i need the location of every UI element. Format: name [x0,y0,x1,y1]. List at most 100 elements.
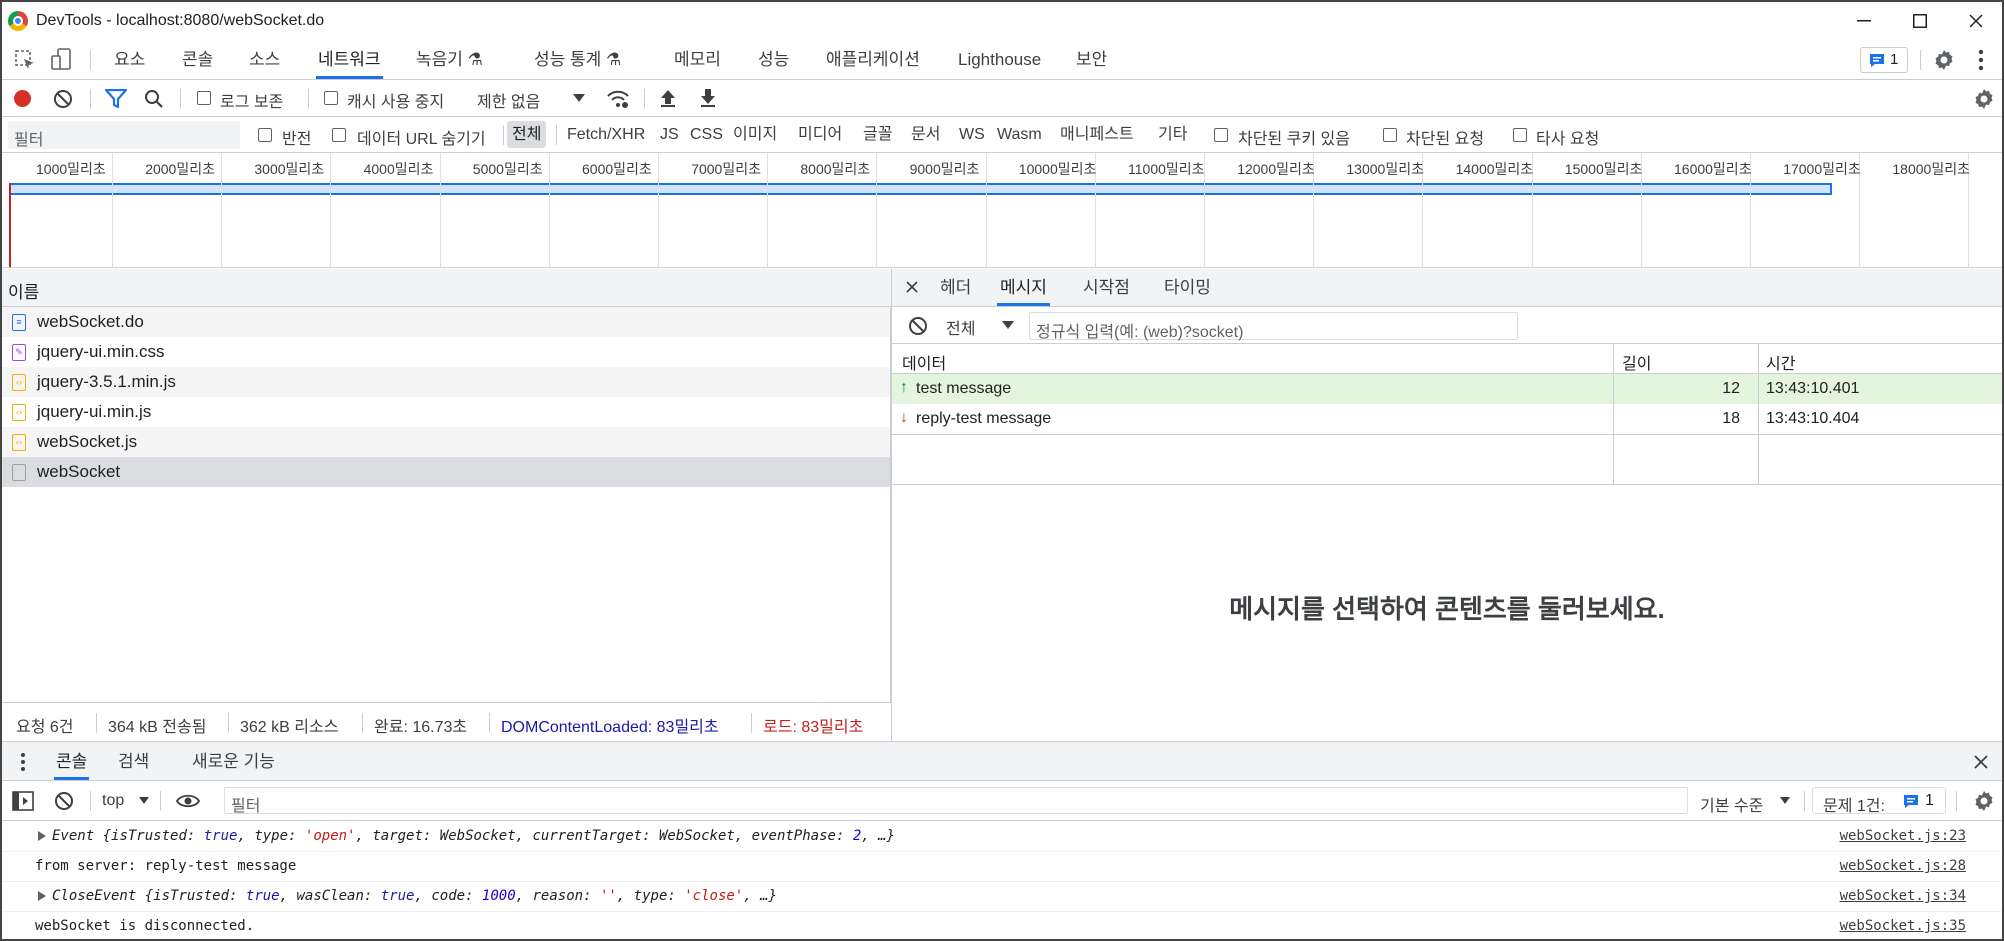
timeline-overview[interactable]: 1000밀리초 2000밀리초 3000밀리초 4000밀리초 5000밀리초 6000밀… [2,153,2002,268]
column-data[interactable]: 데이터 [902,350,946,374]
message-row-sent[interactable]: ↑ test message 12 13:43:10.401 [892,374,2002,404]
expand-triangle-icon[interactable] [38,891,46,901]
preserve-log-checkbox[interactable] [197,91,211,105]
tab-headers[interactable]: 헤더 [940,269,971,306]
filter-type-wasm[interactable]: Wasm [992,121,1047,148]
context-selector[interactable]: top [102,792,124,810]
log-level-select[interactable]: 기본 수준 [1700,792,1763,816]
console-message[interactable]: from server: reply-test message webSocke… [2,852,2002,882]
filter-type-ws[interactable]: WS [954,121,990,148]
console-filter-input[interactable]: 필터 [224,787,1688,815]
name-column-header[interactable]: 이름 [2,269,891,307]
inspect-element-icon[interactable] [14,49,36,71]
search-icon[interactable] [144,89,164,109]
clear-icon[interactable] [53,89,73,109]
tab-recorder[interactable]: 녹음기 ⚗ [416,40,483,79]
filter-input[interactable]: 필터 [8,121,240,149]
blocked-cookies-checkbox[interactable] [1214,128,1228,142]
tab-application[interactable]: 애플리케이션 [826,40,920,79]
console-message[interactable]: Event {isTrusted: true, type: 'open', ta… [2,822,2002,852]
filter-type-css[interactable]: CSS [685,121,728,148]
column-time[interactable]: 시간 [1766,350,1795,374]
chevron-down-icon[interactable] [573,94,585,102]
request-row[interactable]: ‹› jquery-3.5.1.min.js [2,367,890,397]
tab-lighthouse[interactable]: Lighthouse [958,40,1041,79]
filter-type-js[interactable]: JS [655,121,684,148]
network-conditions-icon[interactable] [606,88,630,110]
chevron-down-icon[interactable] [1002,321,1014,329]
device-toolbar-icon[interactable] [50,48,72,72]
request-row-selected[interactable]: webSocket [2,457,890,487]
filter-type-img[interactable]: 이미지 [728,121,782,148]
console-source-link[interactable]: webSocket.js:23 [1840,828,1966,844]
close-window-button[interactable] [1948,2,2004,40]
request-list: 이름 ≡ webSocket.do ✎ jquery-ui.min.css ‹›… [2,269,891,741]
drawer-tab-console[interactable]: 콘솔 [54,742,90,780]
tab-performance[interactable]: 성능 [758,40,789,79]
chevron-down-icon[interactable] [1780,797,1790,804]
console-message[interactable]: CloseEvent {isTrusted: true, wasClean: t… [2,882,2002,912]
filter-type-doc[interactable]: 문서 [906,121,945,148]
minimize-button[interactable] [1836,2,1892,40]
issues-counter-button[interactable]: 1 [1860,47,1908,73]
maximize-button[interactable] [1892,2,1948,40]
throttling-select[interactable]: 제한 없음 [477,88,540,112]
tab-elements[interactable]: 요소 [114,40,145,79]
column-length[interactable]: 길이 [1622,350,1651,374]
close-drawer-icon[interactable] [1974,755,1988,769]
tab-memory[interactable]: 메모리 [674,40,721,79]
expand-triangle-icon[interactable] [38,831,46,841]
more-options-icon[interactable] [1978,48,1984,72]
request-row[interactable]: ≡ webSocket.do [2,307,890,337]
blocked-requests-checkbox[interactable] [1383,128,1397,142]
drawer-tab-search[interactable]: 검색 [118,742,149,780]
filter-type-manifest[interactable]: 매니페스트 [1055,121,1139,148]
blocked-cookies-label: 차단된 쿠키 있음 [1238,131,1350,148]
network-settings-icon[interactable] [1972,87,1996,111]
drawer-tab-whats-new[interactable]: 새로운 기능 [192,742,275,780]
settings-icon[interactable] [1932,48,1956,72]
message-regex-input[interactable]: 정규식 입력(예: (web)?socket) [1029,312,1518,341]
console-source-link[interactable]: webSocket.js:35 [1840,918,1966,934]
message-row-received[interactable]: ↓ reply-test message 18 13:43:10.404 [892,404,2002,434]
filter-type-media[interactable]: 미디어 [793,121,847,148]
request-row[interactable]: ‹› webSocket.js [2,427,890,457]
tab-sources[interactable]: 소스 [249,40,280,79]
hide-data-urls-checkbox[interactable] [332,128,346,142]
close-detail-icon[interactable] [906,281,918,293]
tab-console[interactable]: 콘솔 [182,40,213,79]
filter-type-font[interactable]: 글꼴 [858,121,897,148]
export-har-icon[interactable] [700,88,716,108]
sidebar-toggle-icon[interactable] [12,791,34,811]
tab-security[interactable]: 보안 [1076,40,1107,79]
network-toolbar: 로그 보존 캐시 사용 중지 제한 없음 [2,80,2002,117]
record-icon[interactable] [14,90,31,107]
clear-messages-icon[interactable] [908,316,928,336]
tab-messages[interactable]: 메시지 [997,269,1050,306]
console-issues-button[interactable]: 문제 1건: 1 [1812,787,1946,815]
drawer-menu-icon[interactable] [20,752,26,772]
third-party-checkbox[interactable] [1513,128,1527,142]
filter-icon[interactable] [105,89,127,109]
console-message[interactable]: webSocket is disconnected. webSocket.js:… [2,912,2002,939]
filter-type-other[interactable]: 기타 [1153,121,1192,148]
tab-initiator[interactable]: 시작점 [1083,269,1130,306]
disable-cache-checkbox[interactable] [324,91,338,105]
tab-performance-insights[interactable]: 성능 통계 ⚗ [534,40,621,79]
filter-type-fetch-xhr[interactable]: Fetch/XHR [562,121,650,148]
filter-type-all[interactable]: 전체 [507,121,547,148]
chevron-down-icon[interactable] [139,797,149,804]
import-har-icon[interactable] [660,88,676,108]
message-type-select[interactable]: 전체 [946,315,975,339]
clear-console-icon[interactable] [54,791,74,811]
request-row[interactable]: ✎ jquery-ui.min.css [2,337,890,367]
console-settings-icon[interactable] [1972,789,1996,813]
invert-checkbox[interactable] [258,128,272,142]
console-source-link[interactable]: webSocket.js:28 [1840,858,1966,874]
timeline-gridline [767,153,769,267]
console-source-link[interactable]: webSocket.js:34 [1840,888,1966,904]
tab-timing[interactable]: 타이밍 [1164,269,1211,306]
request-row[interactable]: ‹› jquery-ui.min.js [2,397,890,427]
tab-network[interactable]: 네트워크 [316,40,383,79]
live-expression-eye-icon[interactable] [176,793,200,809]
